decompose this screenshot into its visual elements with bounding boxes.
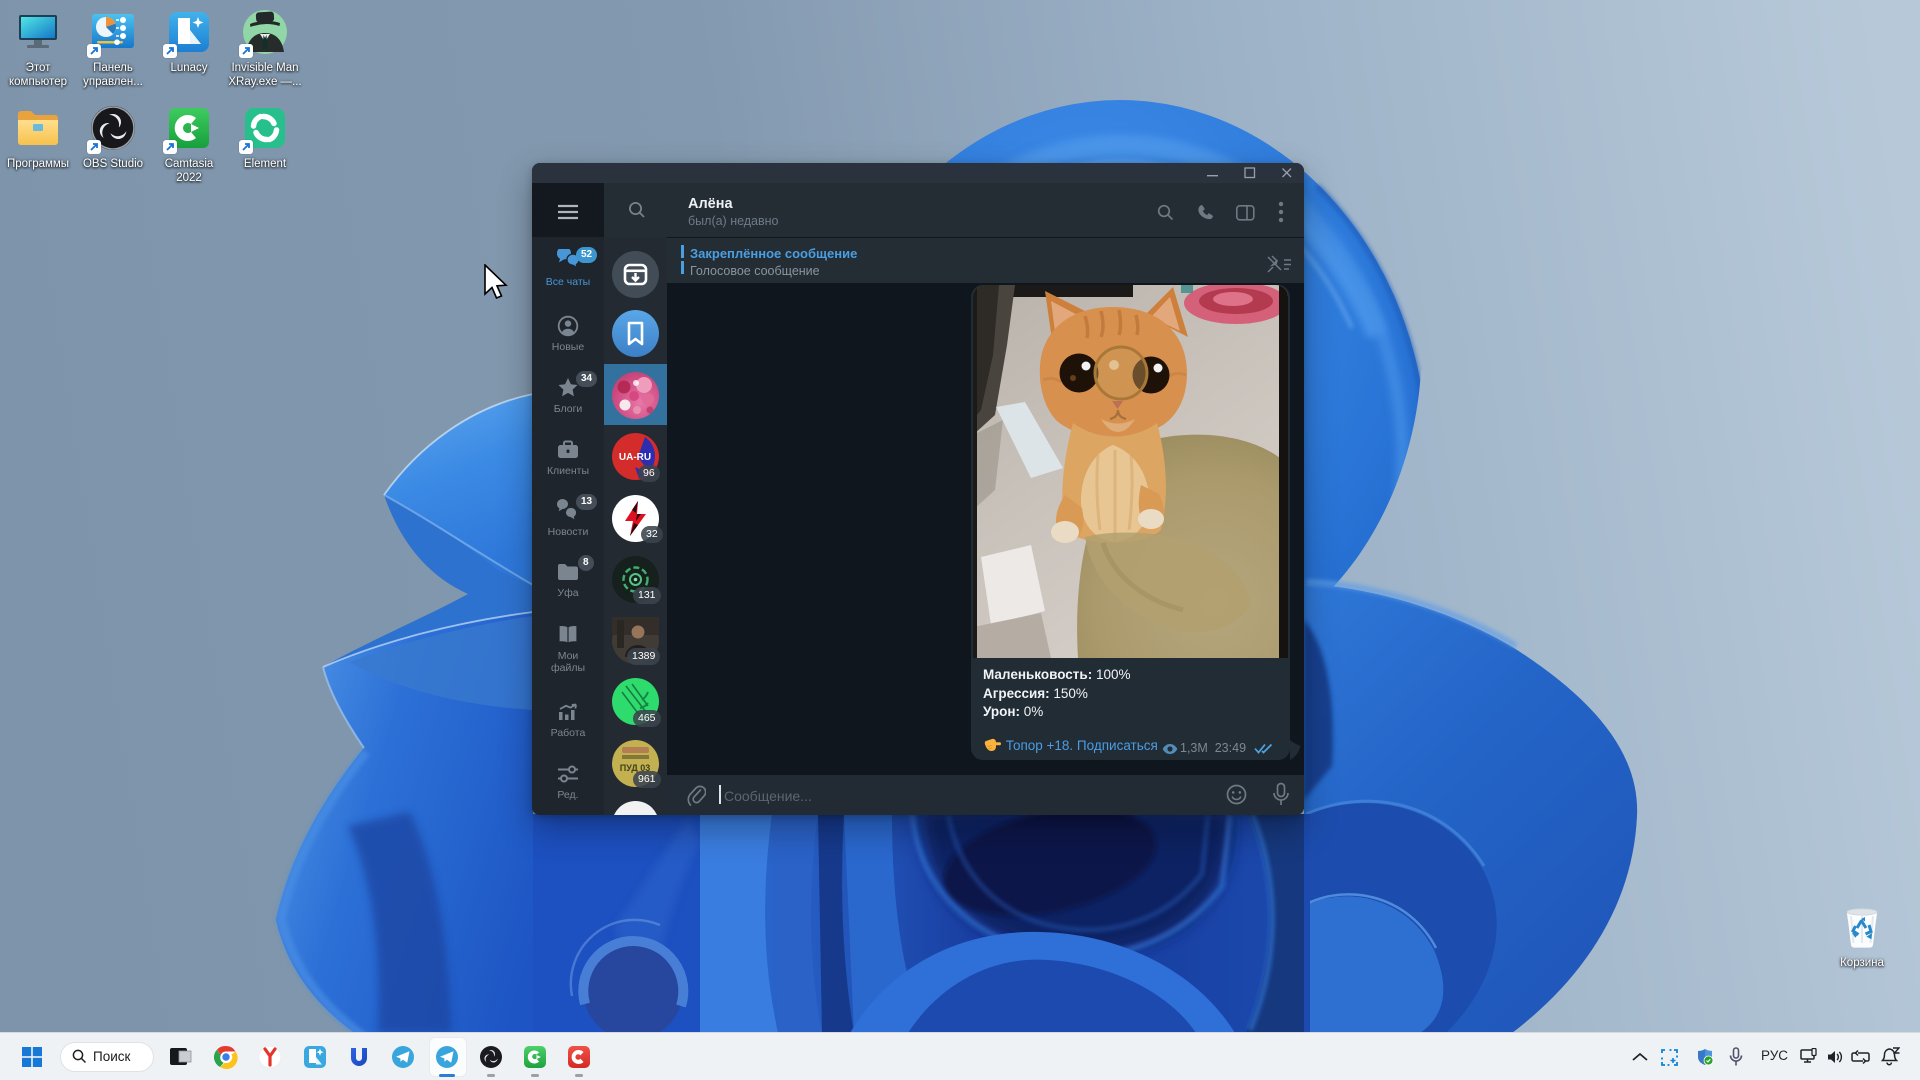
- svg-text:UA-RU: UA-RU: [619, 452, 651, 463]
